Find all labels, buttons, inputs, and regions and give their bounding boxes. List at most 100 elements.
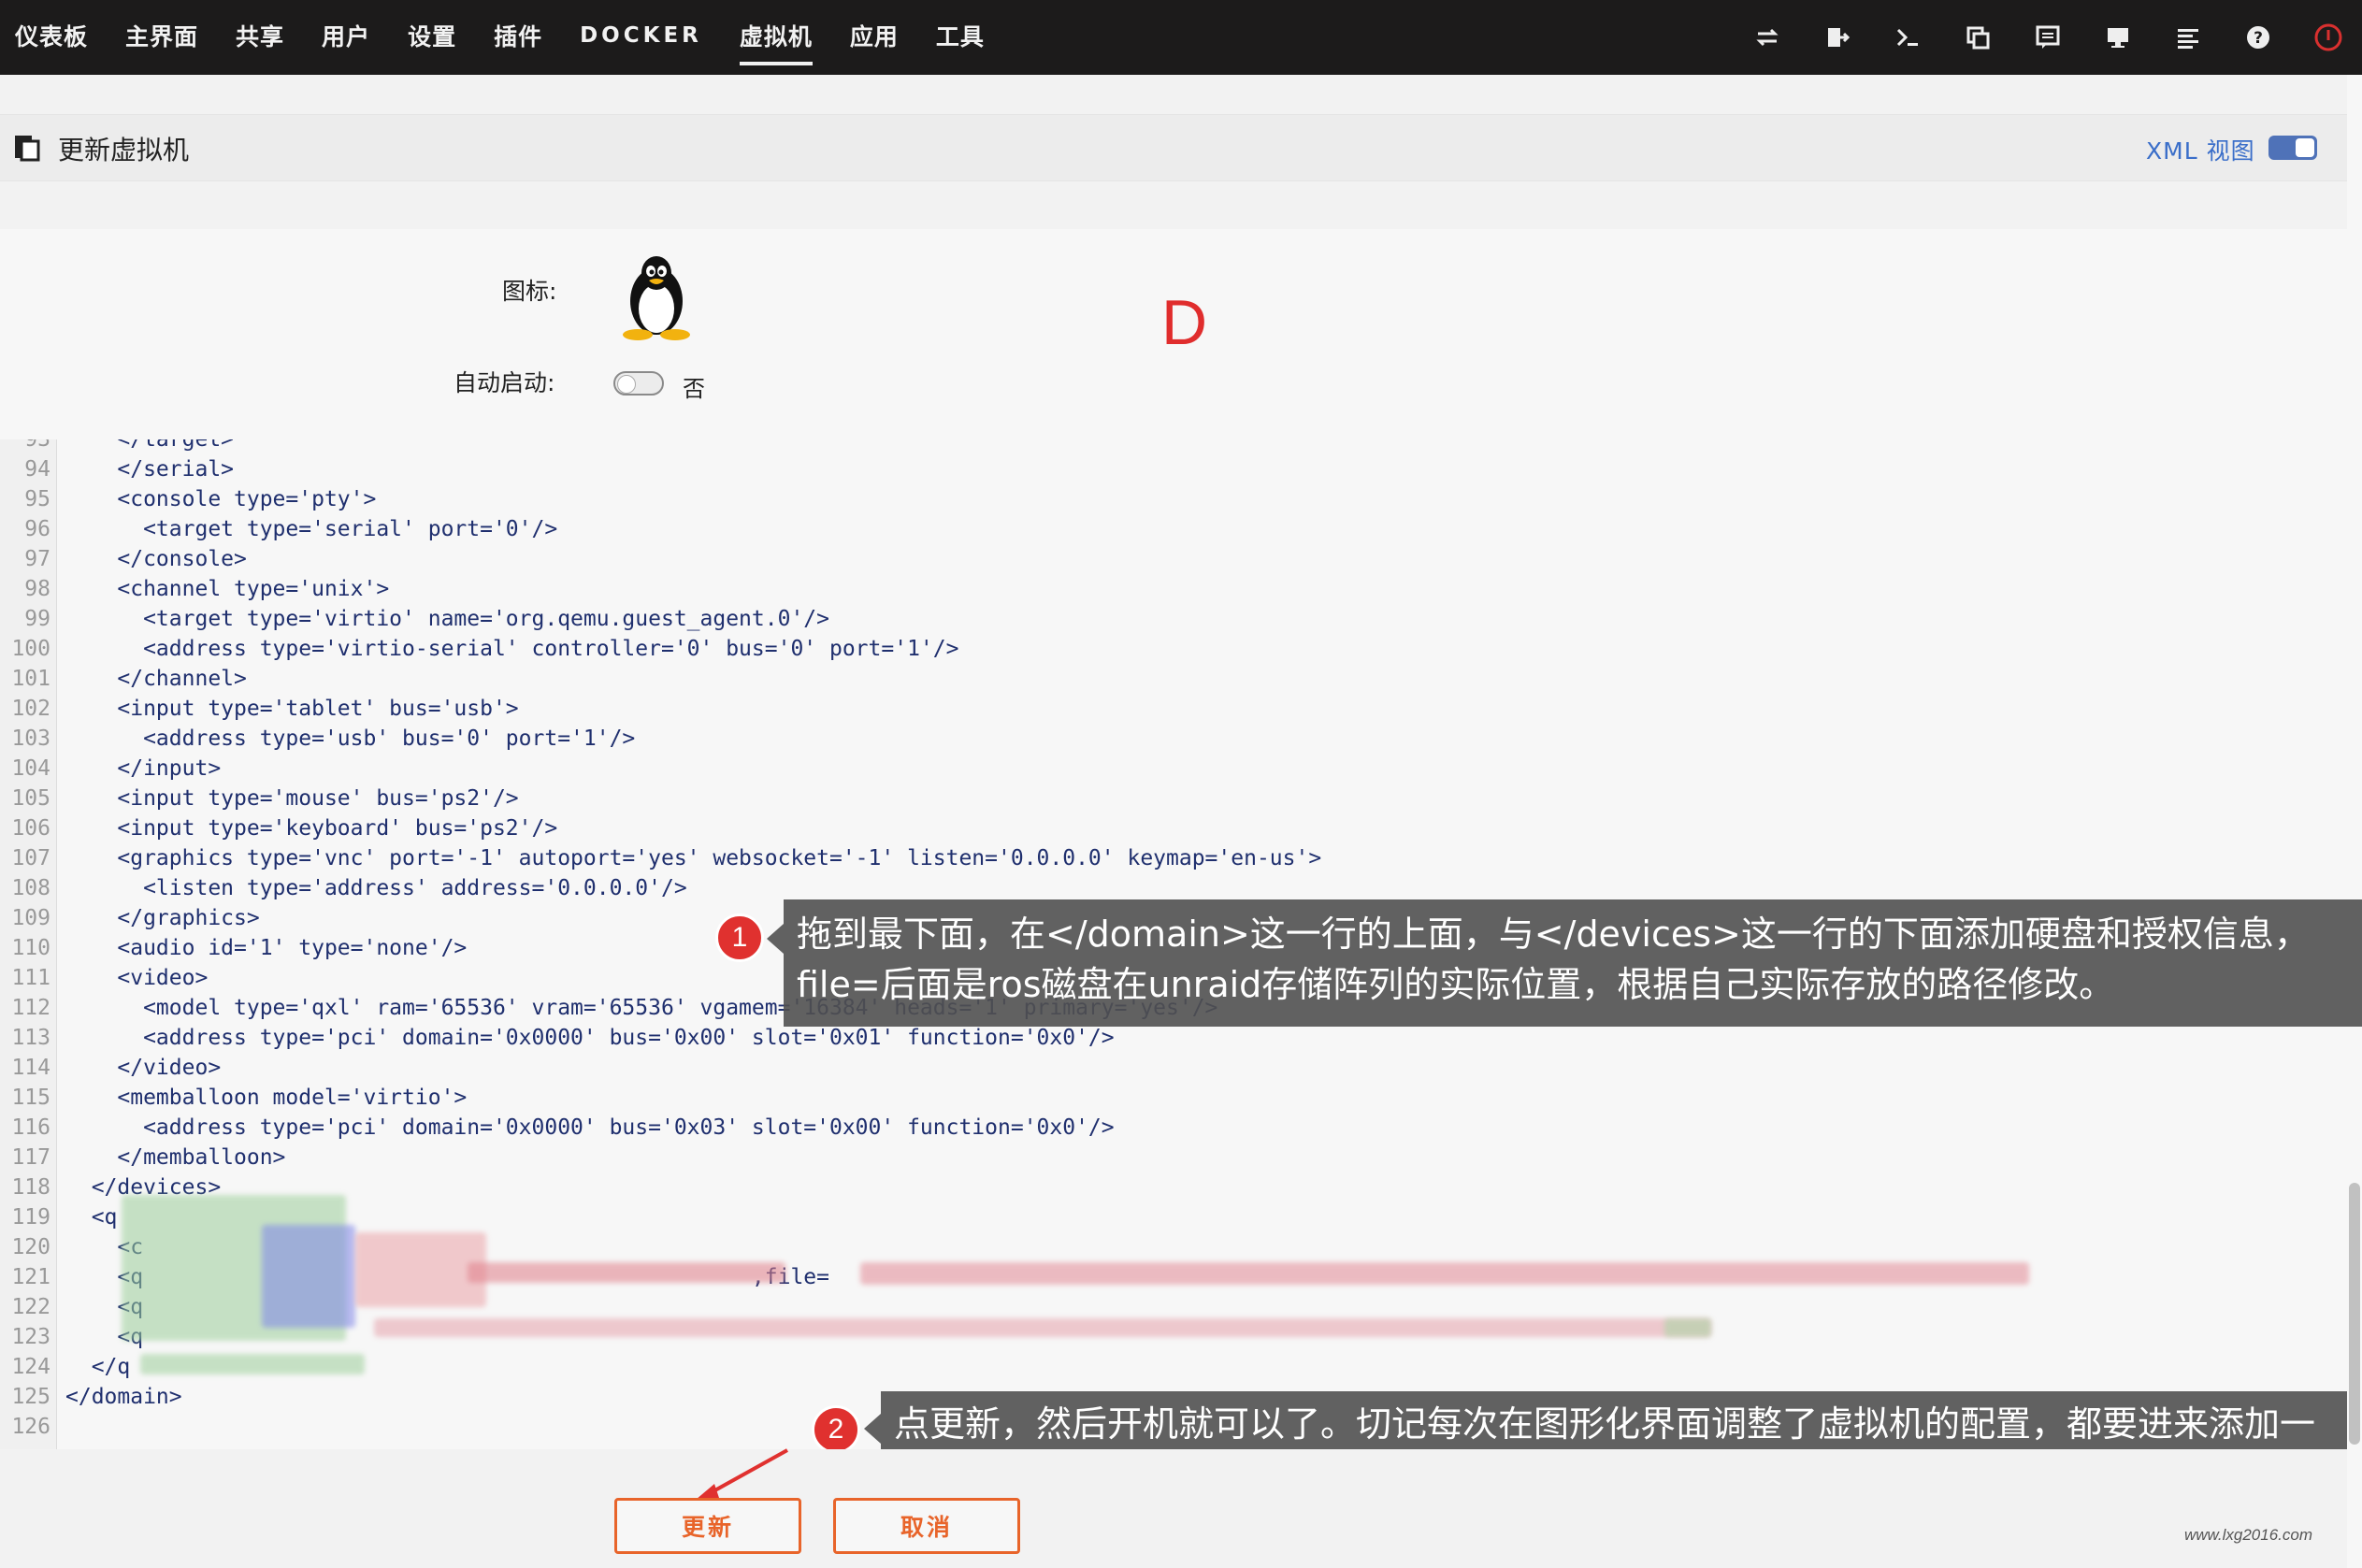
line-number: 110	[11, 936, 50, 960]
code-line: 93 </target>	[0, 439, 2338, 454]
monitor-icon[interactable]	[2099, 19, 2137, 56]
line-text: </target>	[65, 439, 235, 452]
clipboard-icon	[13, 134, 41, 162]
line-text: <video>	[65, 966, 209, 990]
line-number: 106	[11, 816, 50, 841]
line-number: 94	[24, 457, 50, 482]
line-number: 100	[11, 637, 50, 661]
nav-item-8[interactable]: 应用	[850, 19, 899, 56]
overlay-letter: D	[1161, 287, 1208, 358]
line-number: 113	[11, 1026, 50, 1050]
line-number: 104	[11, 756, 50, 781]
code-line: 99 <target type='virtio' name='org.qemu.…	[0, 604, 2338, 634]
cancel-button[interactable]: 取消	[833, 1498, 1020, 1554]
line-number: 96	[24, 517, 50, 541]
line-text: </graphics>	[65, 906, 260, 930]
code-line: 115 <memballoon model='virtio'>	[0, 1083, 2338, 1113]
linux-penguin-icon[interactable]	[615, 251, 698, 340]
toggle-knob	[2296, 138, 2314, 157]
code-line: 94 </serial>	[0, 454, 2338, 484]
line-text: </console>	[65, 547, 247, 571]
nav-item-3[interactable]: 用户	[322, 19, 370, 56]
logout-icon[interactable]	[1819, 19, 1856, 56]
code-line: 95 <console type='pty'>	[0, 484, 2338, 514]
line-number: 93	[24, 439, 50, 452]
update-button[interactable]: 更新	[614, 1498, 801, 1554]
nav-item-4[interactable]: 设置	[408, 19, 456, 56]
line-number: 117	[11, 1145, 50, 1170]
page-title: 更新虚拟机	[58, 135, 190, 165]
line-number: 101	[11, 667, 50, 691]
code-line: 97 </console>	[0, 544, 2338, 574]
line-number: 98	[24, 577, 50, 601]
autostart-toggle[interactable]	[613, 371, 664, 396]
code-line: 102 <input type='tablet' bus='usb'>	[0, 694, 2338, 724]
line-number: 125	[11, 1385, 50, 1409]
redacted-block	[140, 1354, 365, 1374]
xml-view-toggle[interactable]	[2268, 136, 2317, 160]
line-number: 123	[11, 1325, 50, 1349]
nav-item-9[interactable]: 工具	[936, 19, 985, 56]
nav-item-6[interactable]: DOCKER	[580, 23, 702, 51]
code-line: 105 <input type='mouse' bus='ps2'/>	[0, 784, 2338, 813]
line-number: 95	[24, 487, 50, 511]
code-line: 101 </channel>	[0, 664, 2338, 694]
switch-icon[interactable]	[1749, 19, 1786, 56]
nav-item-2[interactable]: 共享	[236, 19, 284, 56]
copy-icon[interactable]	[1959, 19, 1996, 56]
redacted-block	[468, 1262, 785, 1283]
terminal-icon[interactable]	[1889, 19, 1926, 56]
step-1-callout: 拖到最下面，在</domain>这一行的上面，与</devices>这一行的下面…	[784, 899, 2362, 1027]
log-icon[interactable]	[2169, 19, 2207, 56]
line-number: 105	[11, 786, 50, 811]
nav-item-1[interactable]: 主界面	[125, 19, 198, 56]
line-number: 99	[24, 607, 50, 631]
line-number: 122	[11, 1295, 50, 1319]
line-number: 107	[11, 846, 50, 870]
toggle-knob	[617, 375, 636, 394]
help-icon[interactable]: ?	[2240, 19, 2277, 56]
nav-item-7[interactable]: 虚拟机	[739, 19, 813, 65]
line-number: 126	[11, 1415, 50, 1439]
line-number: 115	[11, 1086, 50, 1110]
line-text: <target type='virtio' name='org.qemu.gue…	[65, 607, 829, 631]
line-text: <listen type='address' address='0.0.0.0'…	[65, 876, 687, 900]
line-number: 118	[11, 1175, 50, 1200]
line-number: 119	[11, 1205, 50, 1230]
page-title-bar: 更新虚拟机 XML 视图	[0, 114, 2347, 181]
top-navigation-bar: 仪表板 主界面 共享 用户 设置 插件 DOCKER 虚拟机 应用 工具 ?	[0, 0, 2362, 75]
action-bar	[0, 1449, 2347, 1568]
code-line: 107 <graphics type='vnc' port='-1' autop…	[0, 843, 2338, 873]
line-text: <graphics type='vnc' port='-1' autoport=…	[65, 846, 1322, 870]
code-line: 113 <address type='pci' domain='0x0000' …	[0, 1023, 2338, 1053]
power-icon[interactable]	[2310, 19, 2347, 56]
line-text: <input type='mouse' bus='ps2'/>	[65, 786, 519, 811]
line-text: <input type='tablet' bus='usb'>	[65, 697, 519, 721]
nav-item-0[interactable]: 仪表板	[15, 19, 88, 56]
xml-view-label[interactable]: XML 视图	[2146, 133, 2255, 166]
line-number: 114	[11, 1056, 50, 1080]
code-line: 117 </memballoon>	[0, 1143, 2338, 1172]
line-text: <address type='pci' domain='0x0000' bus=…	[65, 1026, 1115, 1050]
line-number: 116	[11, 1115, 50, 1140]
autostart-value: 否	[683, 376, 705, 402]
callout-pointer	[864, 1414, 881, 1444]
feedback-icon[interactable]	[2029, 19, 2067, 56]
redacted-block	[1664, 1318, 1711, 1337]
line-text: </channel>	[65, 667, 247, 691]
autostart-label: 自动启动:	[454, 369, 555, 396]
scrollbar-thumb[interactable]	[2349, 1183, 2360, 1445]
main-nav: 仪表板 主界面 共享 用户 设置 插件 DOCKER 虚拟机 应用 工具	[15, 0, 1022, 75]
line-text: </domain>	[65, 1385, 182, 1409]
line-number: 120	[11, 1235, 50, 1259]
redacted-block	[355, 1232, 486, 1307]
step-2-badge: 2	[812, 1405, 860, 1454]
nav-item-5[interactable]: 插件	[494, 19, 542, 56]
code-line: 96 <target type='serial' port='0'/>	[0, 514, 2338, 544]
line-text: <memballoon model='virtio'>	[65, 1086, 468, 1110]
toolbar-icons: ?	[1716, 0, 2347, 75]
line-number: 124	[11, 1355, 50, 1379]
line-text: </q	[65, 1355, 131, 1379]
line-number: 102	[11, 697, 50, 721]
line-text: </memballoon>	[65, 1145, 286, 1170]
